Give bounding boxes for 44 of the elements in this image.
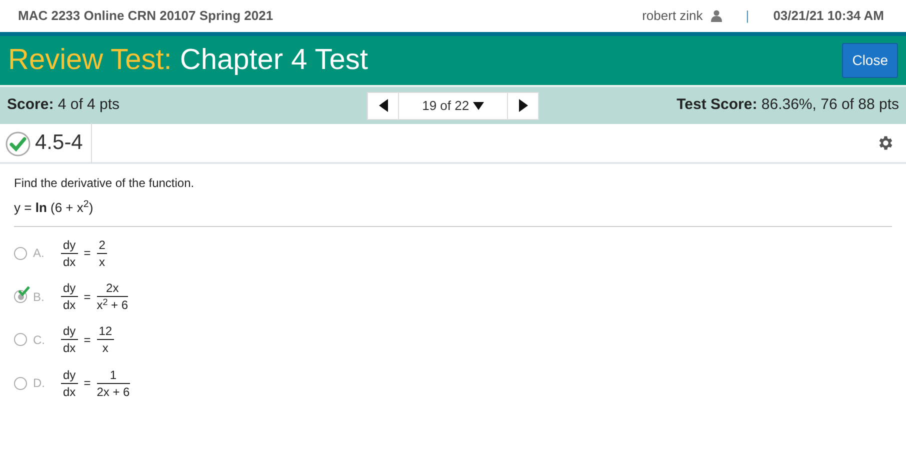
test-score-text: Test Score: 86.36%, 76 of 88 pts (676, 95, 899, 116)
question-number: 4.5-4 (35, 130, 83, 156)
close-button[interactable]: Close (842, 43, 898, 78)
caret-icon (473, 102, 484, 110)
user-icon (710, 10, 722, 22)
left-triangle-icon (378, 99, 388, 112)
equals-sign: = (84, 288, 91, 306)
denominator: x (98, 254, 106, 270)
course-title: MAC 2233 Online CRN 20107 Spring 2021 (18, 7, 274, 26)
numerator: dy (61, 236, 78, 254)
numerator: 12 (96, 323, 114, 340)
separator-text: | (746, 7, 750, 26)
radio-button[interactable] (14, 246, 27, 260)
numerator: 2 (96, 236, 108, 254)
denominator: x$^{2}$ + 6 (96, 297, 128, 314)
right-triangle-icon (518, 99, 528, 112)
radio-button[interactable] (14, 333, 27, 346)
choice-letter: C. (33, 332, 46, 349)
choice-letter: D. (33, 375, 46, 392)
page-title-prefix: Review Test: (8, 42, 172, 78)
question-prompt: Find the derivative of the function. (14, 175, 196, 192)
denominator: dx (62, 384, 77, 400)
numerator: 2x (96, 280, 128, 298)
numerator: dy (61, 366, 78, 384)
function-expression: y = ln (6 + x$^{2}$) (14, 200, 94, 215)
user-name: robert zink (642, 7, 703, 26)
choice-letter: B. (33, 288, 46, 306)
denominator: 2x + 6 (96, 384, 130, 400)
denominator: dx (62, 340, 77, 357)
equals-sign: = (84, 375, 91, 392)
denominator: dx (62, 297, 77, 314)
denominator: x (101, 340, 110, 357)
question-dropdown[interactable]: 19 of 22 (398, 92, 508, 118)
numerator: 1 (96, 366, 130, 384)
score-text: Score: 4 of 4 pts (7, 95, 120, 116)
denominator: dx (62, 254, 77, 270)
equals-sign: = (84, 245, 91, 262)
date-time: 03/21/21 10:34 AM (773, 7, 884, 26)
page-title: Chapter 4 Test (180, 42, 368, 78)
radio-button[interactable] (14, 376, 27, 390)
choice-letter: A. (33, 245, 46, 262)
numerator: dy (61, 323, 78, 340)
equals-sign: = (84, 332, 91, 349)
numerator: dy (61, 280, 78, 298)
